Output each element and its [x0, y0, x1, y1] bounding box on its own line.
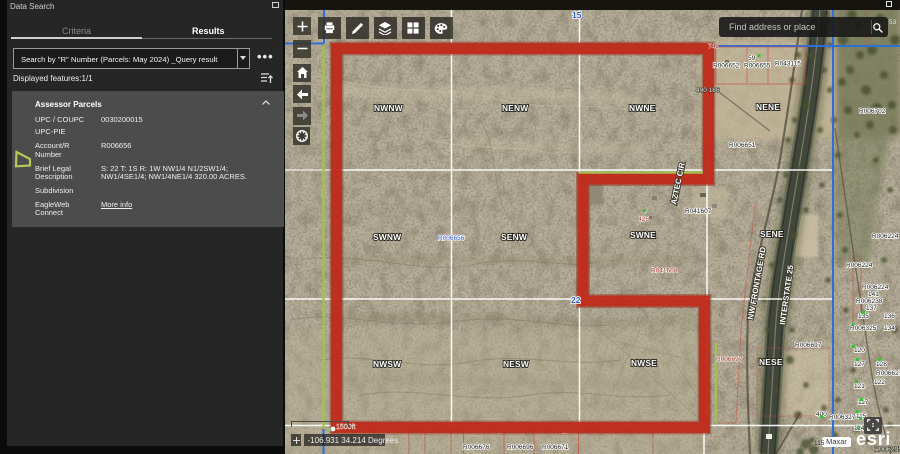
- svg-text:NWNW: NWNW: [374, 103, 403, 113]
- svg-text:122: 122: [874, 379, 885, 386]
- svg-text:425: 425: [638, 216, 649, 223]
- svg-text:R006327: R006327: [829, 414, 856, 421]
- svg-text:R006627: R006627: [876, 370, 900, 377]
- svg-text:R041607: R041607: [685, 208, 712, 215]
- svg-text:NWSW: NWSW: [373, 359, 401, 369]
- svg-text:NESW: NESW: [503, 359, 529, 369]
- svg-text:R006651: R006651: [729, 142, 756, 149]
- svg-text:136: 136: [884, 313, 895, 320]
- svg-text:128: 128: [876, 361, 887, 368]
- svg-text:R006697: R006697: [716, 356, 743, 363]
- svg-text:15: 15: [572, 10, 582, 20]
- svg-text:R006696: R006696: [507, 444, 534, 451]
- svg-text:141: 141: [868, 291, 879, 298]
- svg-text:R006325: R006325: [850, 325, 877, 332]
- svg-text:R006697: R006697: [795, 342, 822, 349]
- svg-text:SENE: SENE: [760, 229, 784, 239]
- svg-text:121: 121: [854, 383, 865, 390]
- svg-text:SENW: SENW: [501, 232, 527, 242]
- svg-text:R006224: R006224: [862, 284, 889, 291]
- svg-text:400 186: 400 186: [696, 87, 720, 94]
- svg-text:R006224: R006224: [872, 233, 899, 240]
- svg-text:135: 135: [858, 313, 869, 320]
- svg-text:NESE: NESE: [759, 357, 783, 367]
- svg-text:NENE: NENE: [756, 102, 780, 112]
- svg-text:SWNE: SWNE: [630, 230, 656, 240]
- svg-text:R006238: R006238: [856, 298, 883, 305]
- svg-text:134: 134: [884, 325, 895, 332]
- svg-text:NENW: NENW: [502, 103, 528, 113]
- svg-text:SWNW: SWNW: [373, 232, 401, 242]
- svg-text:R006676: R006676: [463, 444, 490, 451]
- svg-text:137: 137: [866, 305, 877, 312]
- svg-text:59: 59: [748, 55, 756, 62]
- svg-text:120: 120: [854, 347, 865, 354]
- svg-text:R006656: R006656: [438, 235, 465, 242]
- svg-text:R006652: R006652: [713, 63, 740, 70]
- svg-text:R041608: R041608: [651, 268, 678, 275]
- svg-text:R043115: R043115: [775, 61, 801, 68]
- svg-text:R006655: R006655: [744, 63, 771, 70]
- svg-text:NWSE: NWSE: [631, 358, 657, 368]
- svg-text:R006224: R006224: [846, 262, 873, 269]
- svg-text:R006671: R006671: [542, 444, 569, 451]
- svg-text:22: 22: [571, 295, 581, 305]
- svg-text:127: 127: [854, 361, 865, 368]
- svg-text:749: 749: [708, 43, 719, 50]
- svg-text:117: 117: [858, 399, 869, 406]
- svg-text:R006702: R006702: [859, 108, 886, 115]
- svg-text:NWNE: NWNE: [629, 103, 656, 113]
